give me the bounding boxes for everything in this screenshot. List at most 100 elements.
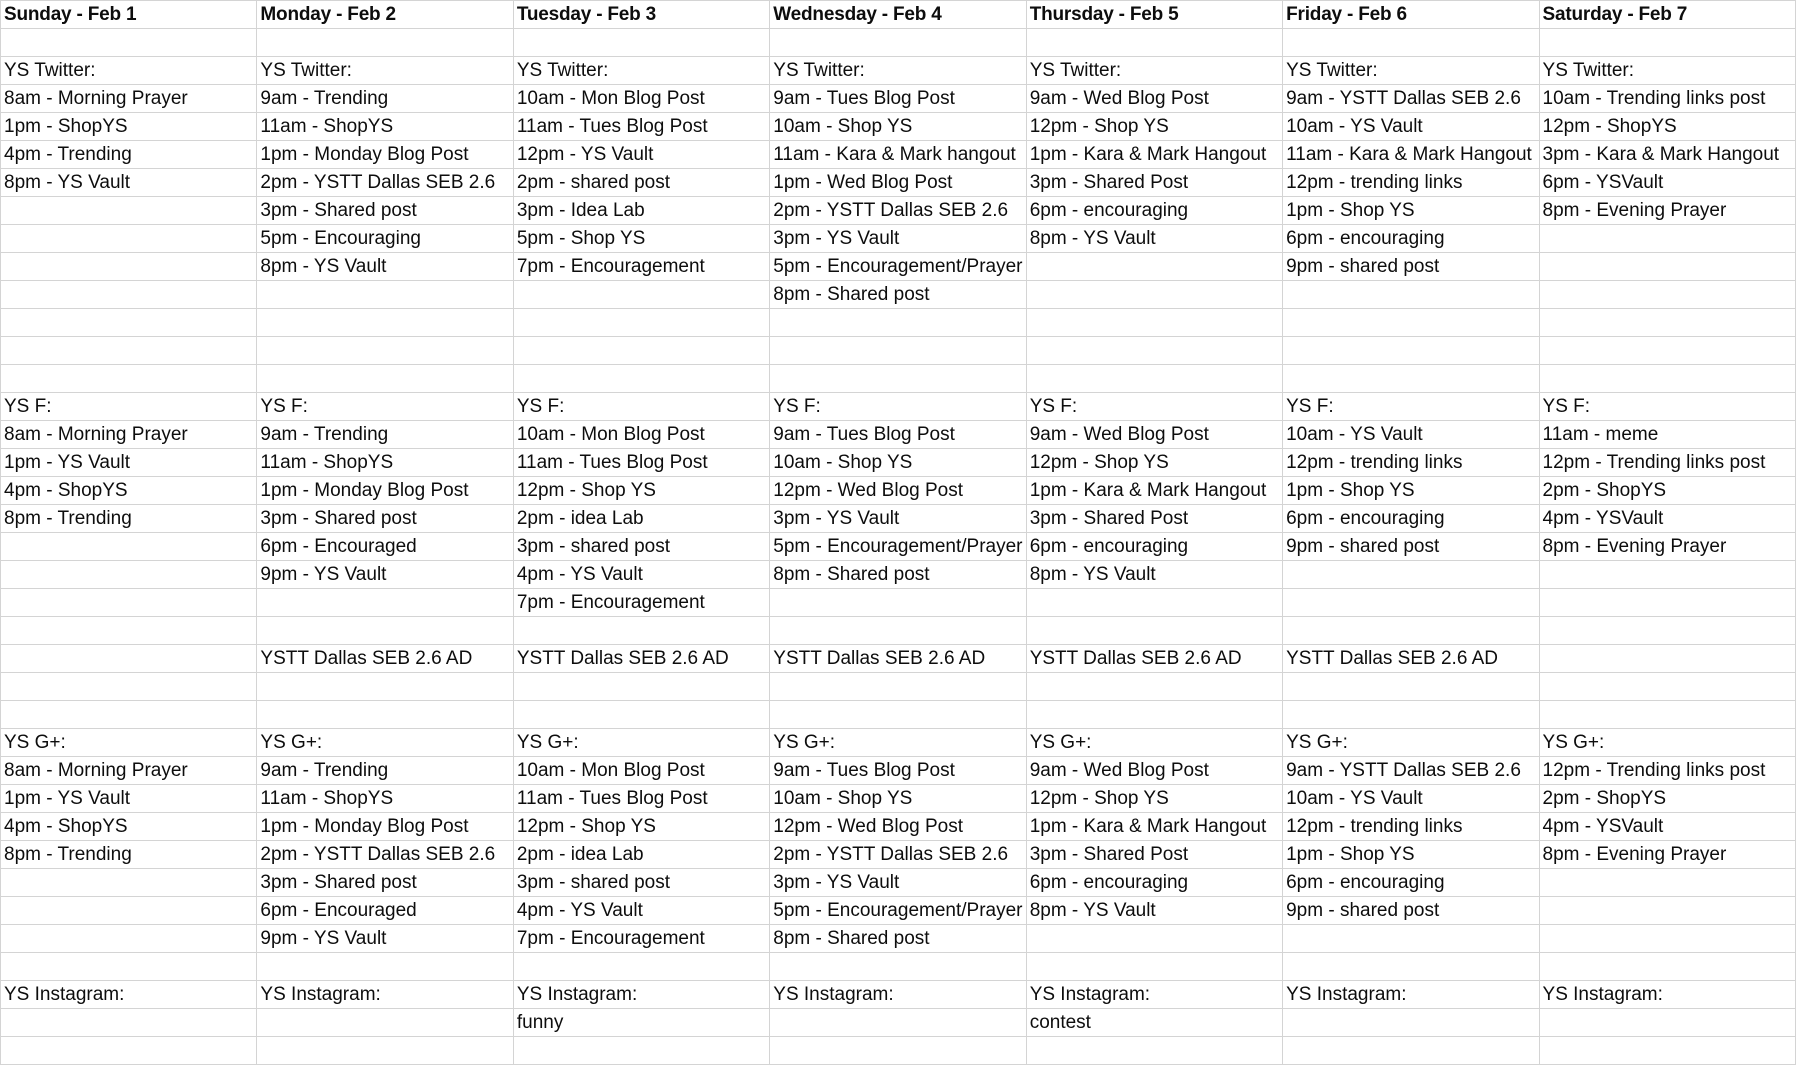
empty-cell-sunday[interactable] [0,896,258,925]
empty-cell-friday[interactable] [1282,280,1540,309]
empty-cell-saturday[interactable] [1538,868,1796,897]
schedule-cell-sunday[interactable]: 8am - Morning Prayer [0,756,258,785]
schedule-cell-monday[interactable]: 11am - ShopYS [256,112,514,141]
schedule-cell-wednesday[interactable]: 8pm - Shared post [769,924,1027,953]
section-label-instagram-thursday[interactable]: YS Instagram: [1025,980,1284,1009]
schedule-cell-thursday[interactable]: 12pm - Shop YS [1025,784,1284,813]
empty-cell-tuesday[interactable] [512,308,771,337]
empty-cell-sunday[interactable] [0,364,258,393]
schedule-cell-monday[interactable]: 6pm - Encouraged [256,532,514,561]
empty-cell-monday[interactable] [256,1036,514,1065]
schedule-cell-tuesday[interactable]: 2pm - idea Lab [512,504,771,533]
schedule-cell-wednesday[interactable]: 5pm - Encouragement/Prayer [769,532,1027,561]
schedule-cell-sunday[interactable]: 4pm - Trending [0,140,258,169]
schedule-cell-tuesday[interactable]: 11am - Tues Blog Post [512,784,771,813]
schedule-cell-tuesday[interactable]: 3pm - shared post [512,868,771,897]
schedule-cell-sunday[interactable]: 4pm - ShopYS [0,476,258,505]
empty-cell-friday[interactable] [1282,952,1540,981]
empty-cell-saturday[interactable] [1538,952,1796,981]
ad-cell-friday[interactable]: YSTT Dallas SEB 2.6 AD [1282,644,1540,673]
schedule-cell-sunday[interactable]: 8pm - YS Vault [0,168,258,197]
schedule-cell-thursday[interactable]: 12pm - Shop YS [1025,448,1284,477]
schedule-cell-thursday[interactable]: 9am - Wed Blog Post [1025,756,1284,785]
schedule-cell-friday[interactable]: 9pm - shared post [1282,896,1540,925]
section-label-googleplus-tuesday[interactable]: YS G+: [512,728,771,757]
schedule-cell-friday[interactable]: 10am - YS Vault [1282,112,1540,141]
schedule-cell-sunday[interactable]: 8am - Morning Prayer [0,84,258,113]
empty-cell-saturday[interactable] [1538,252,1796,281]
schedule-cell-wednesday[interactable]: 2pm - YSTT Dallas SEB 2.6 [769,196,1027,225]
schedule-cell-monday[interactable]: 1pm - Monday Blog Post [256,140,514,169]
empty-cell-wednesday[interactable] [769,616,1027,645]
schedule-cell-saturday[interactable]: 2pm - ShopYS [1538,476,1796,505]
empty-cell-friday[interactable] [1282,1008,1540,1037]
empty-cell-monday[interactable] [256,700,514,729]
section-label-facebook-monday[interactable]: YS F: [256,392,514,421]
schedule-cell-sunday[interactable]: 1pm - ShopYS [0,112,258,141]
schedule-cell-saturday[interactable]: 8pm - Evening Prayer [1538,196,1796,225]
schedule-cell-saturday[interactable]: 12pm - Trending links post [1538,448,1796,477]
schedule-cell-monday[interactable]: 11am - ShopYS [256,448,514,477]
empty-cell-sunday[interactable] [0,28,258,57]
empty-cell-saturday[interactable] [1538,1036,1796,1065]
empty-cell-monday[interactable] [256,616,514,645]
schedule-cell-thursday[interactable]: 6pm - encouraging [1025,532,1284,561]
empty-cell-tuesday[interactable] [512,336,771,365]
empty-cell-monday[interactable] [256,952,514,981]
schedule-cell-monday[interactable]: 9am - Trending [256,84,514,113]
empty-cell-friday[interactable] [1282,560,1540,589]
empty-cell-wednesday[interactable] [769,700,1027,729]
schedule-cell-friday[interactable]: 12pm - trending links [1282,448,1540,477]
schedule-cell-wednesday[interactable]: 5pm - Encouragement/Prayer [769,896,1027,925]
empty-cell-friday[interactable] [1282,616,1540,645]
schedule-cell-wednesday[interactable]: 8pm - Shared post [769,280,1027,309]
column-header-monday[interactable]: Monday - Feb 2 [256,0,514,29]
section-label-instagram-saturday[interactable]: YS Instagram: [1538,980,1796,1009]
schedule-cell-thursday[interactable]: 9am - Wed Blog Post [1025,84,1284,113]
section-label-facebook-tuesday[interactable]: YS F: [512,392,771,421]
schedule-cell-tuesday[interactable]: 4pm - YS Vault [512,560,771,589]
schedule-cell-wednesday[interactable]: 12pm - Wed Blog Post [769,812,1027,841]
section-label-twitter-friday[interactable]: YS Twitter: [1282,56,1540,85]
empty-cell-saturday[interactable] [1538,644,1796,673]
empty-cell-friday[interactable] [1282,364,1540,393]
schedule-cell-monday[interactable]: 9pm - YS Vault [256,560,514,589]
empty-cell-monday[interactable] [256,364,514,393]
empty-cell-monday[interactable] [256,1008,514,1037]
schedule-cell-friday[interactable]: 12pm - trending links [1282,812,1540,841]
schedule-cell-thursday[interactable]: 1pm - Kara & Mark Hangout [1025,140,1284,169]
schedule-cell-tuesday[interactable]: 12pm - YS Vault [512,140,771,169]
schedule-cell-friday[interactable]: 6pm - encouraging [1282,868,1540,897]
empty-cell-thursday[interactable] [1025,924,1284,953]
empty-cell-saturday[interactable] [1538,28,1796,57]
empty-cell-monday[interactable] [256,308,514,337]
empty-cell-thursday[interactable] [1025,616,1284,645]
empty-cell-saturday[interactable] [1538,896,1796,925]
schedule-cell-tuesday[interactable]: 2pm - idea Lab [512,840,771,869]
section-label-facebook-thursday[interactable]: YS F: [1025,392,1284,421]
empty-cell-thursday[interactable] [1025,1036,1284,1065]
empty-cell-thursday[interactable] [1025,252,1284,281]
section-label-twitter-saturday[interactable]: YS Twitter: [1538,56,1796,85]
schedule-cell-friday[interactable]: 10am - YS Vault [1282,784,1540,813]
schedule-cell-monday[interactable]: 3pm - Shared post [256,196,514,225]
schedule-cell-wednesday[interactable]: 3pm - YS Vault [769,504,1027,533]
empty-cell-sunday[interactable] [0,560,258,589]
schedule-cell-thursday[interactable]: 1pm - Kara & Mark Hangout [1025,812,1284,841]
section-label-twitter-sunday[interactable]: YS Twitter: [0,56,258,85]
schedule-cell-thursday[interactable]: 12pm - Shop YS [1025,112,1284,141]
section-label-googleplus-saturday[interactable]: YS G+: [1538,728,1796,757]
schedule-cell-thursday[interactable]: 8pm - YS Vault [1025,896,1284,925]
empty-cell-sunday[interactable] [0,588,258,617]
section-label-facebook-sunday[interactable]: YS F: [0,392,258,421]
empty-cell-saturday[interactable] [1538,616,1796,645]
schedule-cell-thursday[interactable]: 6pm - encouraging [1025,868,1284,897]
schedule-cell-wednesday[interactable]: 9am - Tues Blog Post [769,756,1027,785]
ad-cell-wednesday[interactable]: YSTT Dallas SEB 2.6 AD [769,644,1027,673]
empty-cell-saturday[interactable] [1538,280,1796,309]
schedule-cell-friday[interactable]: 9am - YSTT Dallas SEB 2.6 [1282,756,1540,785]
schedule-cell-sunday[interactable]: 1pm - YS Vault [0,784,258,813]
schedule-cell-sunday[interactable]: 4pm - ShopYS [0,812,258,841]
empty-cell-sunday[interactable] [0,224,258,253]
schedule-cell-monday[interactable]: 3pm - Shared post [256,504,514,533]
